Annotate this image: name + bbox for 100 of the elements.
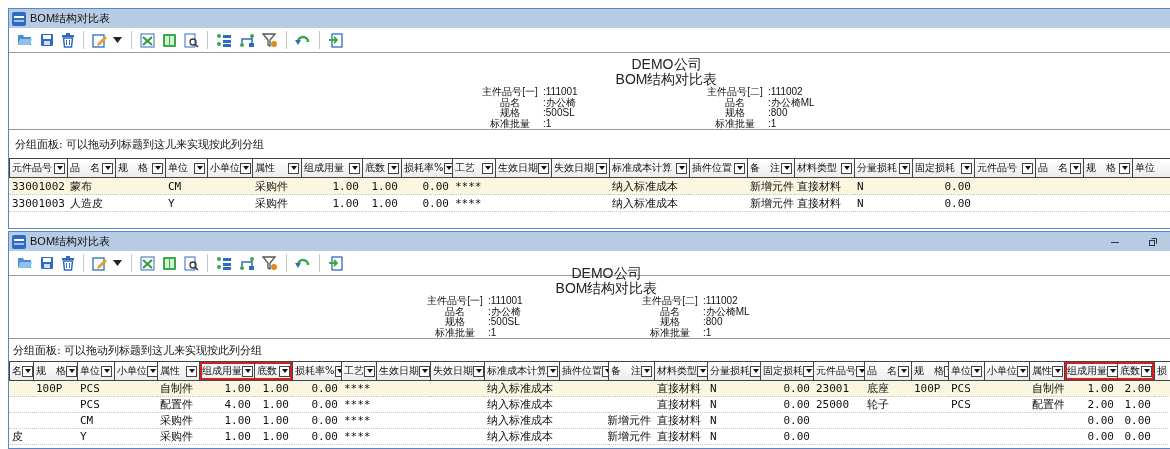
dropdown-icon[interactable] [482, 162, 493, 174]
column-header[interactable]: 标准成本计算 [609, 159, 689, 177]
export-icon[interactable] [326, 254, 345, 272]
column-header[interactable]: 规 格 [115, 159, 165, 177]
dropdown-icon[interactable] [101, 365, 112, 377]
preview-icon[interactable] [182, 254, 201, 272]
dropdown-icon[interactable] [242, 365, 253, 377]
dropdown-icon[interactable] [899, 162, 910, 174]
dropdown-icon[interactable] [194, 162, 205, 174]
column-header[interactable]: 损耗率% [292, 362, 341, 380]
tree-icon[interactable] [214, 31, 234, 49]
filter-icon[interactable] [260, 254, 280, 272]
column-header[interactable]: 分量损耗 [707, 362, 760, 380]
column-header[interactable]: 失效日期 [551, 159, 609, 177]
column-header[interactable]: 工艺 [452, 159, 495, 177]
dropdown-icon[interactable] [734, 162, 745, 174]
column-header[interactable]: 底数 [362, 159, 401, 177]
spreadsheet-icon[interactable] [138, 31, 157, 49]
column-header[interactable]: 规 格 [1083, 159, 1132, 177]
dropdown-icon[interactable] [547, 365, 558, 377]
column-header[interactable]: 损耗率% [401, 159, 452, 177]
dropdown-icon[interactable] [279, 365, 290, 377]
dropdown-icon[interactable] [1052, 365, 1063, 377]
dropdown-icon[interactable] [54, 162, 65, 174]
dropdown-icon[interactable] [1070, 162, 1081, 174]
dropdown-icon[interactable] [676, 162, 687, 174]
column-header[interactable]: 品 名 [67, 159, 115, 177]
spreadsheet-icon[interactable] [138, 254, 157, 272]
column-header[interactable]: 组成用量 [301, 159, 362, 177]
column-header[interactable]: 工艺 [341, 362, 376, 380]
column-header[interactable]: 生效日期 [495, 159, 551, 177]
column-header[interactable]: 单位 [165, 159, 207, 177]
dropdown-icon[interactable] [596, 162, 607, 174]
column-header[interactable]: 品 名 [864, 362, 911, 380]
dropdown-icon[interactable] [1022, 162, 1033, 174]
column-header[interactable]: 插件位置 [689, 159, 747, 177]
column-header[interactable]: 单位 [1132, 159, 1170, 177]
dropdown-icon[interactable] [841, 162, 852, 174]
column-header[interactable]: 单位 [948, 362, 984, 380]
caret-icon[interactable] [113, 259, 125, 267]
preview-icon[interactable] [182, 31, 201, 49]
table-row[interactable]: PCS 配置件 4.00 1.00 0.00 **** 纳入标准成本 直接材料 N 0.00 25000 轮子 PCS 配置件 2.00 1.00 [9, 397, 1170, 413]
column-header[interactable]: 名 [9, 362, 33, 380]
column-header[interactable]: 分量损耗 [854, 159, 912, 177]
tree-icon[interactable] [214, 254, 234, 272]
column-header[interactable]: 底数 [254, 362, 292, 380]
column-header[interactable]: 小单位 [984, 362, 1029, 380]
dropdown-icon[interactable] [971, 365, 982, 377]
dropdown-icon[interactable] [388, 162, 399, 174]
table-row[interactable]: 100P PCS 自制件 1.00 1.00 0.00 **** 纳入标准成本 直接材料 N 0.00 23001 底座 100P PCS 自制件 1.00 2.00 [9, 381, 1170, 397]
column-header[interactable]: 小单位 [207, 159, 252, 177]
column-header[interactable]: 生效日期 [376, 362, 430, 380]
column-header[interactable]: 规 格 [33, 362, 77, 380]
column-header[interactable]: 品 名 [1035, 159, 1083, 177]
dropdown-icon[interactable] [102, 162, 113, 174]
column-header[interactable]: 组成用量 [199, 362, 254, 380]
column-header[interactable]: 插件位置 [559, 362, 608, 380]
dropdown-icon[interactable] [240, 162, 251, 174]
open-folder-icon[interactable] [15, 255, 35, 271]
column-header[interactable]: 固定损耗 [912, 159, 974, 177]
export-icon[interactable] [326, 31, 345, 49]
column-header[interactable]: 元件品号 [813, 362, 864, 380]
column-header[interactable]: 单位 [77, 362, 114, 380]
column-header[interactable]: 组成用量 [1064, 362, 1117, 380]
column-header[interactable]: 标准成本计算 [484, 362, 559, 380]
dropdown-icon[interactable] [641, 365, 652, 377]
table-row[interactable]: 33001003 人造皮 Y 采购件 1.00 1.00 0.00 **** 纳入标准成本 新增元件 直接材料 N 0.00 [9, 195, 1170, 212]
caret-icon[interactable] [113, 36, 125, 44]
dropdown-icon[interactable] [186, 365, 197, 377]
dropdown-icon[interactable] [1119, 162, 1130, 174]
open-folder-icon[interactable] [15, 32, 35, 48]
delete-icon[interactable] [59, 31, 77, 49]
table-row[interactable]: CM 采购件 1.00 1.00 0.00 **** 纳入标准成本 新增元件 直接材料 N 0.00 0.00 0.00 [9, 413, 1170, 429]
dropdown-icon[interactable] [781, 162, 792, 174]
save-icon[interactable] [38, 32, 56, 48]
hierarchy-icon[interactable] [237, 31, 257, 49]
dropdown-icon[interactable] [349, 162, 360, 174]
dropdown-icon[interactable] [1017, 365, 1028, 377]
dropdown-icon[interactable] [152, 162, 163, 174]
save-icon[interactable] [38, 255, 56, 271]
dropdown-icon[interactable] [898, 365, 909, 377]
column-header[interactable]: 属性 [157, 362, 199, 380]
dropdown-icon[interactable] [1141, 365, 1152, 377]
column-header[interactable]: 属性 [1029, 362, 1064, 380]
column-header[interactable]: 小单位 [114, 362, 157, 380]
filter-icon[interactable] [260, 31, 280, 49]
column-header[interactable]: 材料类型 [654, 362, 707, 380]
dropdown-icon[interactable] [288, 162, 299, 174]
column-header[interactable]: 备 注 [747, 159, 794, 177]
column-header[interactable]: 规 格 [911, 362, 948, 380]
dropdown-icon[interactable] [364, 365, 375, 377]
column-header[interactable]: 材料类型 [794, 159, 854, 177]
column-header[interactable]: 底数 [1117, 362, 1154, 380]
column-header[interactable]: 失效日期 [430, 362, 484, 380]
delete-icon[interactable] [59, 254, 77, 272]
table-row[interactable]: 33001002 蒙布 CM 采购件 1.00 1.00 0.00 **** 纳入标准成本 新增元件 直接材料 N 0.00 [9, 178, 1170, 195]
column-header[interactable]: 固定损耗 [760, 362, 813, 380]
hierarchy-icon[interactable] [237, 254, 257, 272]
column-header[interactable]: 元件品号 [974, 159, 1035, 177]
column-header[interactable]: 属性 [252, 159, 301, 177]
